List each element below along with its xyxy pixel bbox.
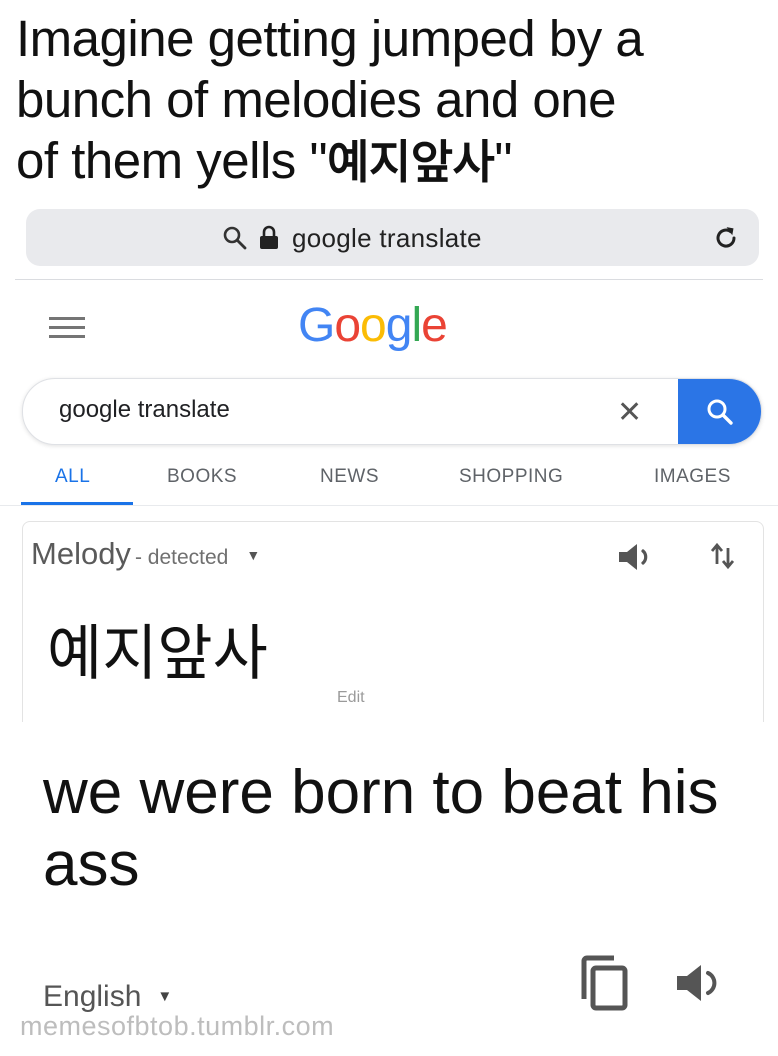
logo-letter: g (385, 299, 413, 352)
translate-card: Melody - detected ▼ 예지앞사 Edit (22, 521, 764, 722)
address-bar[interactable]: google translate (26, 209, 759, 266)
target-language[interactable]: English (43, 980, 141, 1013)
caption-line-2: bunch of melodies and one (16, 71, 616, 128)
tabs-divider (0, 505, 778, 506)
tab-all[interactable]: ALL (55, 466, 90, 488)
caption-line-3: of them yells "예지앞사" (16, 130, 776, 193)
copy-icon[interactable] (578, 955, 632, 1013)
caption-korean-text: 예지앞사 (327, 135, 495, 189)
logo-letter: G (298, 299, 335, 352)
search-tabs: ALL BOOKS NEWS SHOPPING IMAGES (0, 462, 778, 507)
hamburger-menu-icon[interactable] (49, 317, 85, 339)
reload-icon[interactable] (711, 223, 741, 253)
search-input[interactable]: google translate (59, 396, 230, 424)
logo-letter: e (421, 299, 448, 352)
lock-icon (260, 225, 278, 249)
translation-text: we were born to beat his ass (43, 758, 719, 899)
swap-languages-icon[interactable] (707, 540, 739, 572)
caption-line-1: Imagine getting jumped by a (16, 10, 644, 67)
speaker-icon[interactable] (674, 962, 726, 1004)
dropdown-caret-icon[interactable]: ▼ (157, 988, 172, 1005)
caption-line-3-start: of them yells " (16, 132, 328, 189)
clear-icon[interactable]: ✕ (617, 395, 642, 430)
search-button[interactable] (678, 379, 761, 444)
tab-books[interactable]: BOOKS (167, 466, 237, 488)
browser-divider (15, 279, 763, 280)
logo-letter: o (334, 299, 361, 352)
search-icon (707, 399, 733, 425)
target-language-selector[interactable]: English ▼ (43, 980, 172, 1014)
meme-caption: Imagine getting jumped by a bunch of mel… (16, 8, 776, 193)
caption-line-3-end: " (494, 132, 512, 189)
search-box[interactable]: google translate ✕ (22, 378, 762, 445)
dropdown-caret-icon[interactable]: ▼ (246, 547, 260, 563)
tab-images[interactable]: IMAGES (654, 466, 731, 488)
source-language[interactable]: Melody (31, 536, 131, 572)
source-language-selector[interactable]: Melody - detected ▼ (31, 536, 260, 572)
edit-link[interactable]: Edit (337, 689, 365, 707)
speaker-icon[interactable] (617, 542, 661, 572)
logo-letter: o (360, 299, 387, 352)
detected-label: - detected (134, 546, 229, 569)
watermark: memesofbtob.tumblr.com (20, 1011, 335, 1041)
search-icon (223, 226, 247, 250)
google-logo[interactable]: Google (298, 298, 448, 353)
logo-letter: l (411, 299, 422, 352)
address-bar-content: google translate (222, 222, 482, 254)
url-text[interactable]: google translate (292, 223, 482, 254)
tab-shopping[interactable]: SHOPPING (459, 466, 563, 488)
source-text[interactable]: 예지앞사 (47, 624, 268, 684)
tab-news[interactable]: NEWS (320, 466, 379, 488)
